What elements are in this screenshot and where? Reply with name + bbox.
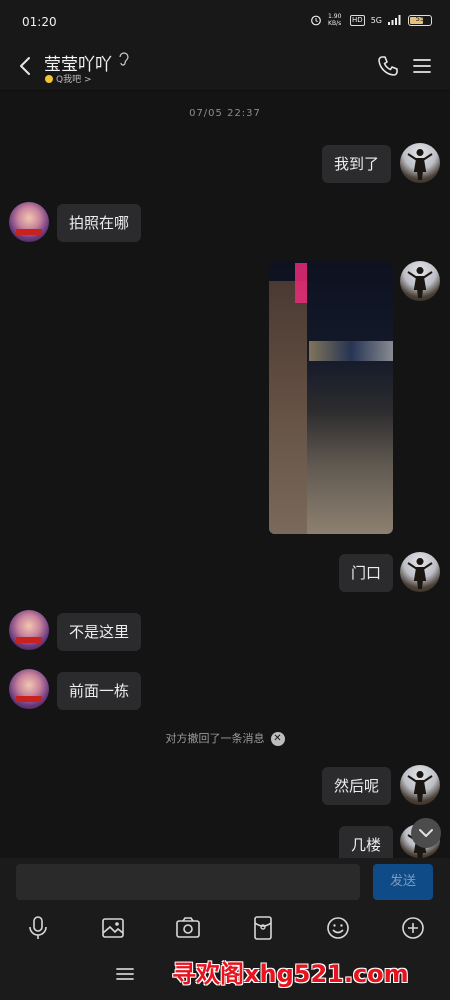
- chevron-down-icon: [419, 829, 433, 837]
- contact-avatar[interactable]: [9, 610, 49, 650]
- message-bubble-me[interactable]: 门口: [339, 554, 394, 592]
- menu-icon[interactable]: [113, 962, 137, 986]
- chat-header: 莹莹吖吖 Q我吧 >: [0, 44, 450, 91]
- contact-avatar[interactable]: [9, 669, 49, 709]
- network-speed: 1.90 KB/s: [328, 13, 342, 27]
- silhouette-icon: [407, 771, 433, 802]
- signal-icon: [388, 15, 401, 25]
- hd-icon: HD: [350, 14, 365, 26]
- emoji-icon[interactable]: [324, 914, 352, 942]
- contact-status[interactable]: Q我吧 >: [45, 72, 92, 85]
- status-dot: [45, 74, 53, 83]
- my-avatar[interactable]: [400, 552, 440, 592]
- menu-icon[interactable]: [410, 54, 434, 78]
- watermark: 寻欢阁xhg521.com: [172, 960, 409, 988]
- phone-icon[interactable]: [376, 54, 400, 78]
- recall-notice-text: 对方撤回了一条消息: [165, 732, 265, 745]
- input-toolbar: [0, 908, 450, 948]
- image-icon[interactable]: [99, 914, 127, 942]
- message-bubble-her[interactable]: 前面一栋: [57, 672, 142, 710]
- red-packet-icon[interactable]: [249, 914, 277, 942]
- voice-icon[interactable]: [24, 914, 52, 942]
- contact-status-text: Q我吧 >: [56, 75, 92, 85]
- silhouette-icon: [407, 558, 433, 589]
- message-bubble-me[interactable]: 然后呢: [322, 767, 392, 805]
- camera-icon[interactable]: [174, 914, 202, 942]
- status-icons: 1.90 KB/s HD 5G 55: [310, 13, 432, 27]
- message-bubble-her[interactable]: 不是这里: [57, 613, 142, 651]
- send-button[interactable]: 发送: [373, 864, 433, 900]
- battery-level: 55: [415, 14, 425, 23]
- my-avatar[interactable]: [400, 765, 440, 805]
- back-icon[interactable]: [12, 52, 40, 80]
- scroll-to-bottom-button[interactable]: [411, 818, 441, 848]
- recall-notice: 对方撤回了一条消息 ✕: [0, 730, 450, 746]
- message-input[interactable]: [16, 864, 360, 900]
- plus-icon[interactable]: [399, 914, 427, 942]
- earpiece-icon: [119, 52, 129, 66]
- silhouette-icon: [407, 267, 433, 298]
- silhouette-icon: [407, 149, 433, 180]
- my-avatar[interactable]: [400, 143, 440, 183]
- status-time: 01:20: [22, 15, 57, 29]
- status-bar: 01:20 1.90 KB/s HD 5G 55: [0, 0, 450, 44]
- alarm-icon: [311, 15, 321, 26]
- contact-avatar[interactable]: [9, 202, 49, 242]
- network-type: 5G: [370, 15, 382, 25]
- battery-icon: 55: [408, 14, 432, 26]
- my-avatar[interactable]: [400, 261, 440, 301]
- message-bubble-her[interactable]: 拍照在哪: [57, 204, 142, 242]
- close-icon[interactable]: ✕: [270, 732, 285, 746]
- message-bubble-me[interactable]: 我到了: [322, 145, 392, 183]
- message-photo[interactable]: [269, 261, 393, 534]
- chat-timestamp: 07/05 22:37: [189, 108, 261, 119]
